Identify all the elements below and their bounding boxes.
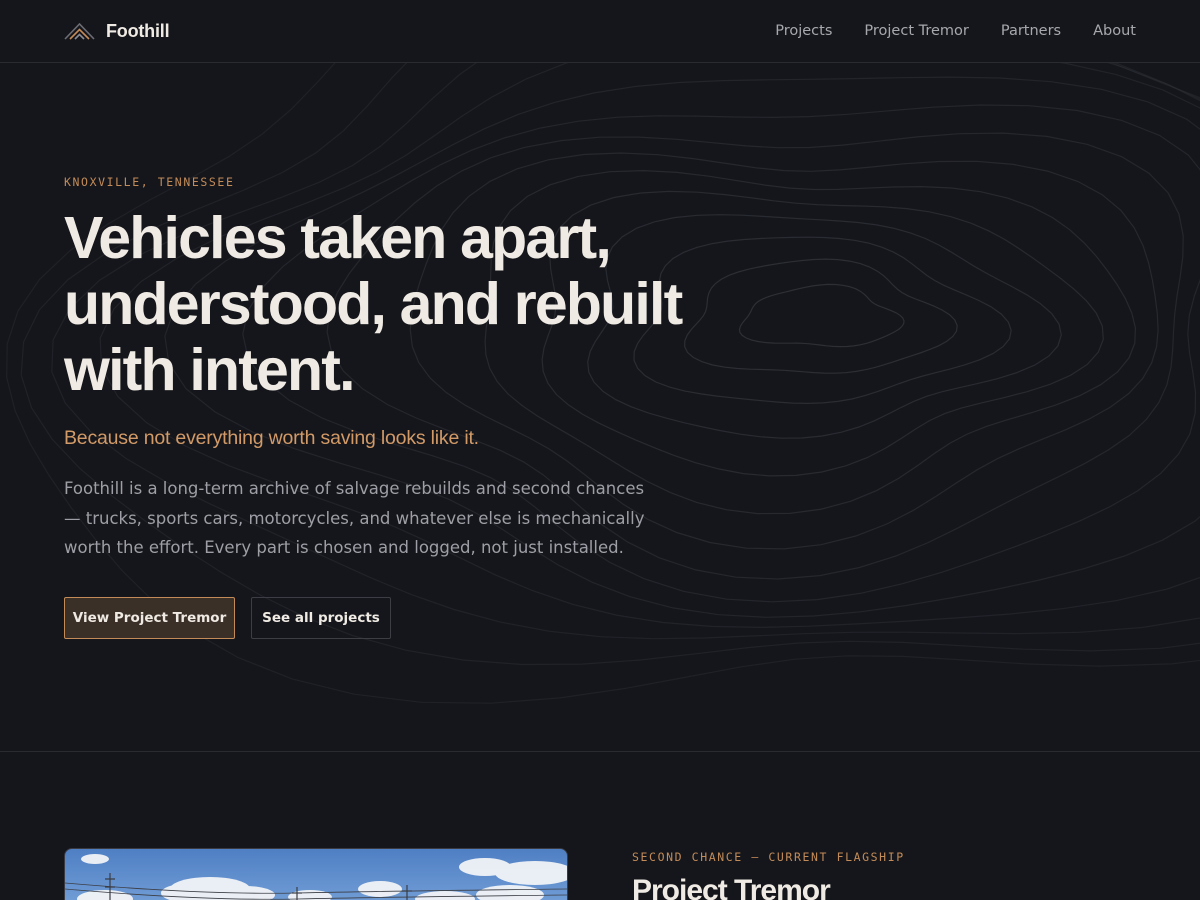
contour-line: [738, 283, 905, 348]
project-tremor-photo: [64, 848, 568, 900]
view-project-tremor-button[interactable]: View Project Tremor: [64, 597, 235, 639]
primary-nav: Projects Project Tremor Partners About: [775, 23, 1136, 39]
featured-project-section: SECOND CHANCE — CURRENT FLAGSHIP Project…: [0, 752, 1200, 900]
nav-about[interactable]: About: [1093, 23, 1136, 39]
hero-headline-line: understood, and rebuilt: [64, 271, 683, 337]
mountain-peaks-icon: [64, 22, 95, 40]
nav-project-tremor[interactable]: Project Tremor: [864, 23, 968, 39]
site-header: Foothill Projects Project Tremor Partner…: [0, 0, 1200, 63]
hero-section: KNOXVILLE, TENNESSEE Vehicles taken apar…: [0, 63, 1200, 751]
feature-eyebrow: SECOND CHANCE — CURRENT FLAGSHIP: [632, 850, 905, 864]
hero-tagline: Because not everything worth saving look…: [64, 427, 479, 449]
hero-eyebrow: KNOXVILLE, TENNESSEE: [64, 175, 235, 189]
hero-headline: Vehicles taken apart, understood, and re…: [64, 205, 754, 403]
brand-link[interactable]: Foothill: [64, 20, 170, 42]
topographic-contour-background: [6, 63, 1200, 704]
hero-lede: Foothill is a long-term archive of salva…: [64, 474, 664, 563]
brand-name: Foothill: [106, 20, 170, 41]
hero-cta-group: View Project Tremor See all projects: [64, 597, 391, 639]
page: Foothill Projects Project Tremor Partner…: [0, 0, 1200, 900]
nav-projects[interactable]: Projects: [775, 23, 832, 39]
nav-partners[interactable]: Partners: [1001, 23, 1061, 39]
hero-lede-line: Foothill is a long-term archive of salva…: [64, 479, 645, 498]
sky-with-power-lines-image: [65, 854, 567, 900]
feature-title: Project Tremor: [632, 874, 831, 900]
hero-lede-line: — trucks, sports cars, motorcycles, and …: [64, 508, 645, 528]
see-all-projects-button[interactable]: See all projects: [251, 597, 391, 639]
hero-headline-line: with intent.: [64, 337, 356, 403]
hero-lede-line: worth the effort. Every part is chosen a…: [64, 538, 624, 557]
hero-headline-line: Vehicles taken apart,: [64, 205, 612, 271]
